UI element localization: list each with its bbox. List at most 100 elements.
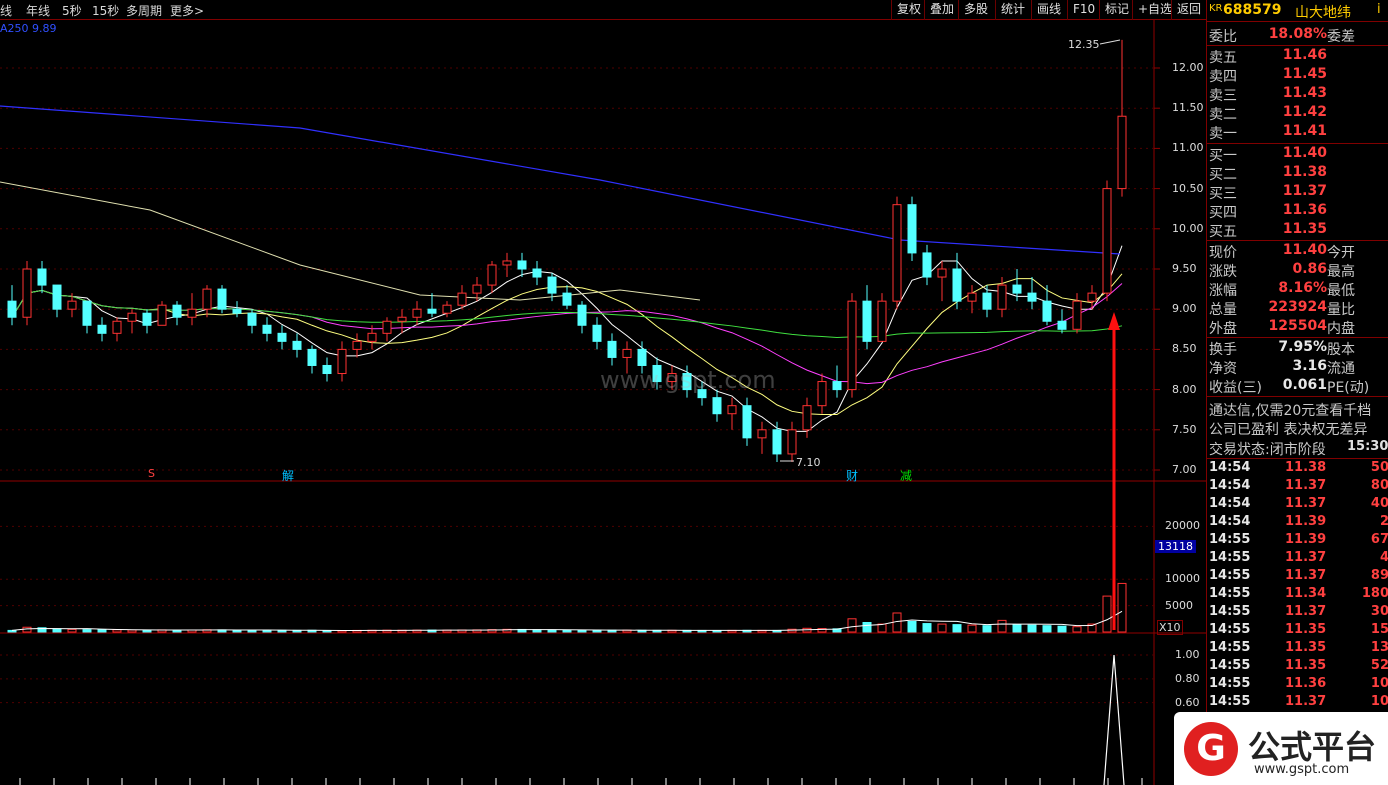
stat2-row-label: 收益(三) [1209,380,1262,396]
candle-body [277,332,287,342]
candle-body [7,300,17,318]
tick-time: 14:54 [1209,478,1251,493]
candle-body [622,348,632,358]
sell-level-4-value: 11.45 [1282,66,1327,82]
volume-highlight-label: 13118 [1155,540,1196,553]
price-tick-label: 8.00 [1172,382,1197,396]
stat-row-extra: 内盘 [1327,321,1355,337]
candle [7,285,17,326]
stat2-row: 换手 7.95% 股本 [1207,339,1388,358]
tick-volume: 2 [1380,514,1388,529]
info-icon[interactable]: i [1377,2,1381,17]
candle [1102,180,1112,302]
event-marker-finance[interactable]: 财 [846,467,858,484]
tick-row: 14:55 11.35 15 [1207,622,1388,640]
tick-time: 14:55 [1209,532,1251,547]
candle [382,317,392,342]
volume-series [7,582,1127,633]
trade-status-time: 15:30: [1347,439,1388,454]
event-marker-s[interactable]: S [148,467,155,480]
stock-header: KR 688579 山大地纬 i [1207,0,1388,22]
candle-body [817,381,827,407]
tick-row: 14:55 11.39 67 [1207,532,1388,550]
tick-price: 11.37 [1285,694,1327,709]
candle-body [862,300,872,342]
candle [937,260,947,302]
sell-level-2-value: 11.42 [1282,104,1327,120]
tick-volume: 13 [1370,640,1388,655]
volume-bar [937,623,947,633]
candle [907,196,917,261]
stock-name: 山大地纬 [1295,5,1351,21]
buy-level-5-value: 11.35 [1282,221,1327,237]
candle-body [847,300,857,391]
candle [727,397,737,430]
volume-scale-label: X10 [1157,620,1183,635]
tick-price: 11.39 [1285,532,1327,547]
candle-body [442,304,452,314]
indicator-series [19,654,1143,785]
candle-body [952,268,962,302]
candle [847,293,857,398]
candle-body [772,429,782,455]
volume-bar [127,629,137,633]
sell-level-4-label: 卖四 [1209,69,1237,85]
volume-bar [952,624,962,633]
volume-bar [967,624,977,633]
candle [1042,285,1052,326]
market-tag: KR [1209,3,1223,14]
tick-price: 11.37 [1285,478,1327,493]
low-price-marker: 7.10 [796,456,821,469]
candle [427,293,437,318]
candle-body [757,429,767,439]
candle-body [997,284,1007,310]
volume-bar [1057,625,1067,633]
candle-body [82,300,92,326]
high-pointer [1099,39,1121,45]
weibi-value: 18.08% [1268,26,1327,42]
tick-price: 11.35 [1285,658,1327,673]
volume-bar [112,629,122,633]
candle [817,373,827,414]
volume-bar [1027,624,1037,633]
sell-level-3: 卖三 11.43 [1207,85,1388,104]
sell-level-5-value: 11.46 [1282,47,1327,63]
stat-row: 总量 223924 量比 [1207,299,1388,318]
tick-row: 14:55 11.37 10 [1207,694,1388,712]
candle [37,260,47,294]
weibi-row: 委比 18.08% 委差 [1207,26,1388,45]
candle-body [637,348,647,366]
candle-body [52,284,62,310]
red-arrow-head [1108,312,1120,330]
tick-price: 11.37 [1285,550,1327,565]
event-marker-unlock[interactable]: 解 [282,467,294,484]
buy-level-5-label: 买五 [1209,224,1237,240]
sell-level-1-value: 11.41 [1282,123,1327,139]
volume-bar [997,619,1007,633]
tick-volume: 15 [1370,622,1388,637]
price-tick-label: 8.50 [1172,342,1197,356]
candle-body [172,304,182,318]
candle-body [97,324,107,334]
stat-row: 现价 11.40 今开 [1207,242,1388,261]
volume-tick-label: 5000 [1165,598,1193,612]
tick-price: 11.36 [1285,676,1327,691]
candle [97,317,107,342]
news-line-2[interactable]: 公司已盈利 表决权无差异 [1207,419,1388,438]
sell-level-2: 卖二 11.42 [1207,104,1388,123]
tick-time: 14:54 [1209,460,1251,475]
candle-body [712,397,722,415]
news-line-1[interactable]: 通达信,仅需20元查看千档 [1207,400,1388,419]
news-text-2: 公司已盈利 表决权无差异 [1209,422,1368,438]
volume-bar [982,625,992,633]
stat2-row-extra: PE(动) [1327,380,1370,396]
candle-body [412,308,422,318]
candle-body [562,292,572,306]
candle-body [187,308,197,318]
stat-row-value: 11.40 [1282,242,1327,258]
volume-bar [1042,625,1052,633]
tick-row: 14:55 11.34 180 [1207,586,1388,604]
candle-body [907,204,917,254]
event-marker-reduce[interactable]: 减 [900,467,912,484]
sell-level-1-label: 卖一 [1209,126,1237,142]
